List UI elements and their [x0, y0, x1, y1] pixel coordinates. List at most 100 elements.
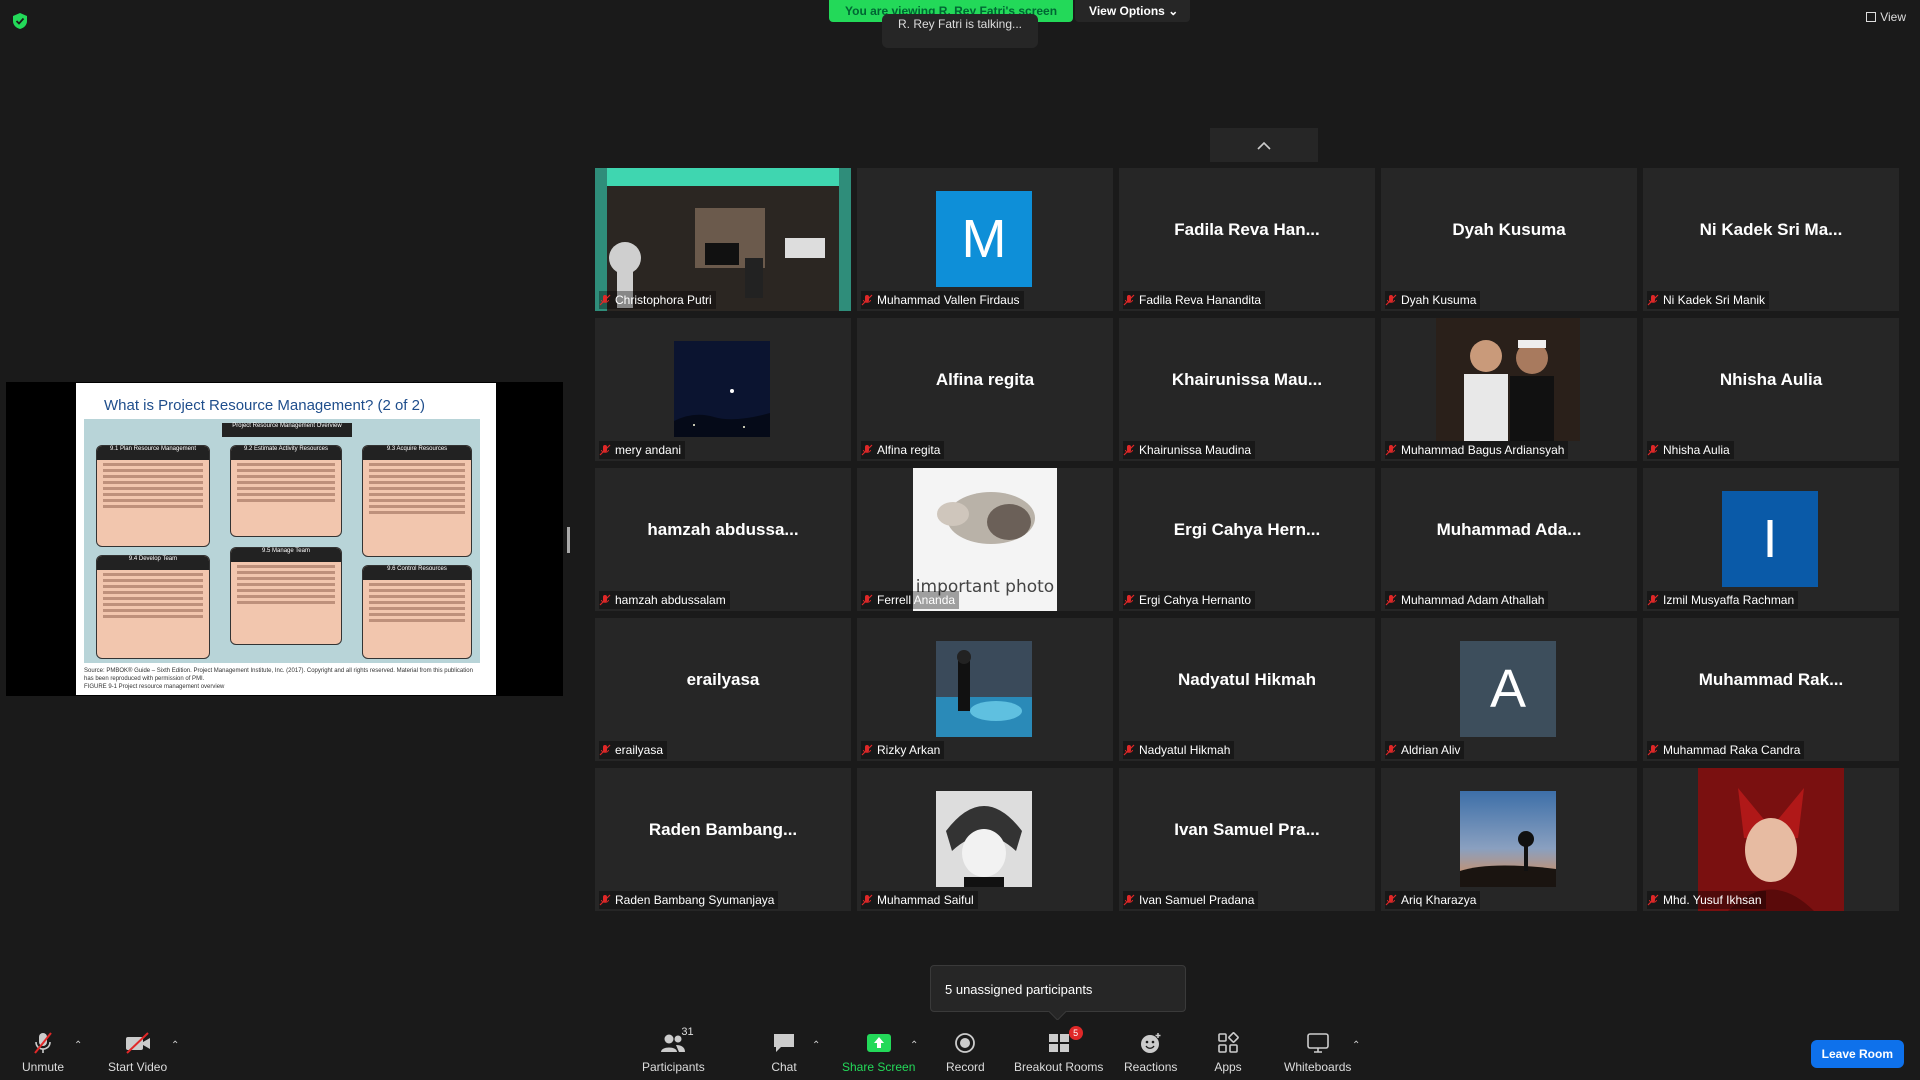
participant-name: Christophora Putri	[615, 293, 712, 307]
participant-name: Raden Bambang Syumanjaya	[615, 893, 775, 907]
participant-name: Ivan Samuel Pradana	[1139, 893, 1255, 907]
participant-tile[interactable]: Alfina regita Alfina regita	[857, 318, 1113, 461]
chat-button[interactable]: Chat	[770, 1030, 798, 1074]
participant-tile[interactable]: Ni Kadek Sri Ma... Ni Kadek Sri Manik	[1643, 168, 1899, 311]
participant-gallery: Christophora Putri M Muhammad Vallen Fir…	[595, 168, 1899, 911]
participant-name: hamzah abdussalam	[615, 593, 726, 607]
participant-name: Ergi Cahya Hernanto	[1139, 593, 1252, 607]
share-options-caret[interactable]: ⌃	[910, 1040, 918, 1051]
muted-microphone-icon	[1123, 744, 1135, 756]
participant-tile[interactable]: Muhammad Bagus Ardiansyah	[1381, 318, 1637, 461]
leave-room-label: Leave Room	[1821, 1047, 1893, 1061]
participant-tile[interactable]: Mhd. Yusuf Ikhsan	[1643, 768, 1899, 911]
muted-microphone-icon	[1385, 744, 1397, 756]
view-options-button[interactable]: View Options ⌄	[1075, 0, 1191, 22]
participant-tile[interactable]: mery andani	[595, 318, 851, 461]
diagram-box: 9.2 Estimate Activity Resources	[230, 445, 342, 537]
apps-button[interactable]: Apps	[1214, 1030, 1242, 1074]
grid-view-icon	[1866, 12, 1877, 22]
participant-tile[interactable]: hamzah abdussa... hamzah abdussalam	[595, 468, 851, 611]
apps-label: Apps	[1214, 1060, 1242, 1074]
participant-name-label: Muhammad Vallen Firdaus	[861, 291, 1024, 309]
participant-tile[interactable]: Ergi Cahya Hern... Ergi Cahya Hernanto	[1119, 468, 1375, 611]
view-button[interactable]: View	[1866, 10, 1906, 24]
participant-tile[interactable]: important photo Ferrell Ananda	[857, 468, 1113, 611]
participants-button[interactable]: 31 Participants	[642, 1026, 705, 1074]
participant-tile[interactable]: A Aldrian Aliv	[1381, 618, 1637, 761]
breakout-rooms-badge: 5	[1068, 1026, 1083, 1040]
participant-name-label: Aldrian Aliv	[1385, 741, 1465, 759]
share-screen-button[interactable]: Share Screen	[842, 1030, 915, 1074]
participant-display-name: hamzah abdussa...	[647, 520, 799, 539]
participant-tile[interactable]: Ivan Samuel Pra... Ivan Samuel Pradana	[1119, 768, 1375, 911]
whiteboards-button[interactable]: Whiteboards	[1284, 1030, 1351, 1074]
participant-tile[interactable]: Nhisha Aulia Nhisha Aulia	[1643, 318, 1899, 461]
participant-display-name: Ergi Cahya Hern...	[1173, 520, 1321, 539]
participant-tile[interactable]: Dyah Kusuma Dyah Kusuma	[1381, 168, 1637, 311]
participant-tile[interactable]: Muhammad Ada... Muhammad Adam Athallah	[1381, 468, 1637, 611]
participant-name: Muhammad Adam Athallah	[1401, 593, 1545, 607]
participant-display-name: Muhammad Rak...	[1698, 670, 1844, 689]
participant-tile[interactable]: Muhammad Saiful	[857, 768, 1113, 911]
participant-name: Fadila Reva Hanandita	[1139, 293, 1262, 307]
participant-tile[interactable]: M Muhammad Vallen Firdaus	[857, 168, 1113, 311]
participant-name-label: Ergi Cahya Hernanto	[1123, 591, 1256, 609]
muted-microphone-icon	[861, 894, 873, 906]
participant-name-label: Christophora Putri	[599, 291, 716, 309]
reactions-button[interactable]: Reactions	[1124, 1030, 1177, 1074]
whiteboard-icon	[1304, 1030, 1332, 1056]
muted-microphone-icon	[1385, 594, 1397, 606]
shared-screen[interactable]: What is Project Resource Management? (2 …	[6, 382, 563, 696]
participant-name: Ni Kadek Sri Manik	[1663, 293, 1766, 307]
participant-display-name: Khairunissa Mau...	[1171, 370, 1323, 389]
participant-display-name: Muhammad Ada...	[1436, 520, 1582, 539]
participant-tile[interactable]: I Izmil Musyaffa Rachman	[1643, 468, 1899, 611]
avatar-initial: A	[1489, 659, 1527, 719]
collapse-gallery-button[interactable]	[1210, 128, 1318, 162]
chat-options-caret[interactable]: ⌃	[812, 1040, 820, 1051]
audio-options-caret[interactable]: ⌃	[74, 1040, 82, 1051]
participant-name: Muhammad Bagus Ardiansyah	[1401, 443, 1565, 457]
reactions-label: Reactions	[1124, 1060, 1178, 1074]
participant-tile[interactable]: erailyasa erailyasa	[595, 618, 851, 761]
participant-name: Muhammad Saiful	[877, 893, 974, 907]
participant-tile[interactable]: Ariq Kharazya	[1381, 768, 1637, 911]
participant-tile[interactable]: Fadila Reva Han... Fadila Reva Hanandita	[1119, 168, 1375, 311]
participant-name-label: hamzah abdussalam	[599, 591, 730, 609]
whiteboards-options-caret[interactable]: ⌃	[1352, 1040, 1360, 1051]
diagram-header: Project Resource Management Overview	[222, 423, 352, 437]
record-label: Record	[946, 1060, 985, 1074]
participant-tile[interactable]: Raden Bambang... Raden Bambang Syumanjay…	[595, 768, 851, 911]
participant-tile[interactable]: Khairunissa Mau... Khairunissa Maudina	[1119, 318, 1375, 461]
muted-microphone-icon	[1647, 744, 1659, 756]
muted-microphone-icon	[1385, 294, 1397, 306]
resize-handle[interactable]	[567, 527, 570, 553]
participant-tile[interactable]: Nadyatul Hikmah Nadyatul Hikmah	[1119, 618, 1375, 761]
participant-tile[interactable]: Christophora Putri	[595, 168, 851, 311]
participant-name: Khairunissa Maudina	[1139, 443, 1252, 457]
diagram-box: 9.3 Acquire Resources	[362, 445, 472, 557]
participant-name-label: Alfina regita	[861, 441, 945, 459]
video-options-caret[interactable]: ⌃	[171, 1040, 179, 1051]
avatar-initial: I	[1762, 509, 1778, 569]
leave-room-button[interactable]: Leave Room	[1810, 1040, 1904, 1068]
participant-tile[interactable]: Rizky Arkan	[857, 618, 1113, 761]
muted-microphone-icon	[1385, 444, 1397, 456]
participant-name-label: erailyasa	[599, 741, 668, 759]
muted-microphone-icon	[599, 444, 611, 456]
participant-tile[interactable]: Muhammad Rak... Muhammad Raka Candra	[1643, 618, 1899, 761]
participant-avatar: I	[1722, 491, 1818, 587]
security-shield-icon[interactable]	[12, 12, 28, 30]
video-off-icon	[124, 1030, 152, 1056]
start-video-button[interactable]: Start Video	[108, 1030, 167, 1074]
breakout-rooms-button[interactable]: 5 Breakout Rooms	[1014, 1026, 1103, 1074]
participant-name: Alfina regita	[877, 443, 941, 457]
slide-source-text: Source: PMBOK® Guide – Sixth Edition. Pr…	[84, 668, 473, 682]
chat-label: Chat	[771, 1060, 797, 1074]
unmute-button[interactable]: Unmute	[22, 1030, 64, 1074]
record-button[interactable]: Record	[946, 1030, 985, 1074]
participant-name: mery andani	[615, 443, 682, 457]
muted-microphone-icon	[1647, 894, 1659, 906]
participant-display-name: erailyasa	[686, 670, 760, 689]
participant-name-label: Ivan Samuel Pradana	[1123, 891, 1259, 909]
